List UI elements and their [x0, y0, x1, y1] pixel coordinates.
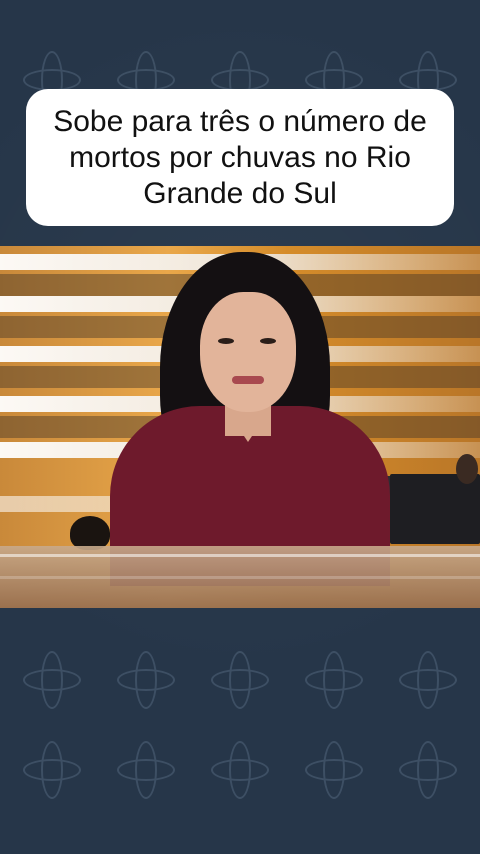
floral-ornament-icon	[294, 640, 374, 720]
floral-ornament-icon	[106, 640, 186, 720]
floral-ornament-icon	[388, 640, 468, 720]
headline-card: Sobe para três o número de mortos por ch…	[26, 89, 454, 226]
floral-ornament-icon	[294, 730, 374, 810]
studio-monitor	[390, 474, 480, 544]
news-desk	[0, 546, 480, 608]
background-person	[70, 516, 110, 550]
anchor-collar	[228, 412, 268, 442]
floral-ornament-icon	[200, 640, 280, 720]
headline-text: Sobe para três o número de mortos por ch…	[53, 104, 427, 210]
floral-ornament-icon	[12, 730, 92, 810]
desk-highlight	[0, 554, 480, 557]
decorative-pattern-middle	[0, 640, 480, 720]
news-anchor	[110, 246, 390, 586]
anchor-face	[200, 292, 296, 412]
floral-ornament-icon	[200, 730, 280, 810]
floral-ornament-icon	[388, 730, 468, 810]
news-video-frame[interactable]	[0, 246, 480, 608]
anchor-lips	[232, 376, 264, 384]
decorative-pattern-bottom	[0, 730, 480, 810]
floral-ornament-icon	[12, 640, 92, 720]
background-person	[456, 454, 478, 484]
desk-highlight	[0, 576, 480, 579]
floral-ornament-icon	[106, 730, 186, 810]
story-screen: Sobe para três o número de mortos por ch…	[0, 0, 480, 854]
anchor-eye	[260, 338, 276, 344]
anchor-eye	[218, 338, 234, 344]
